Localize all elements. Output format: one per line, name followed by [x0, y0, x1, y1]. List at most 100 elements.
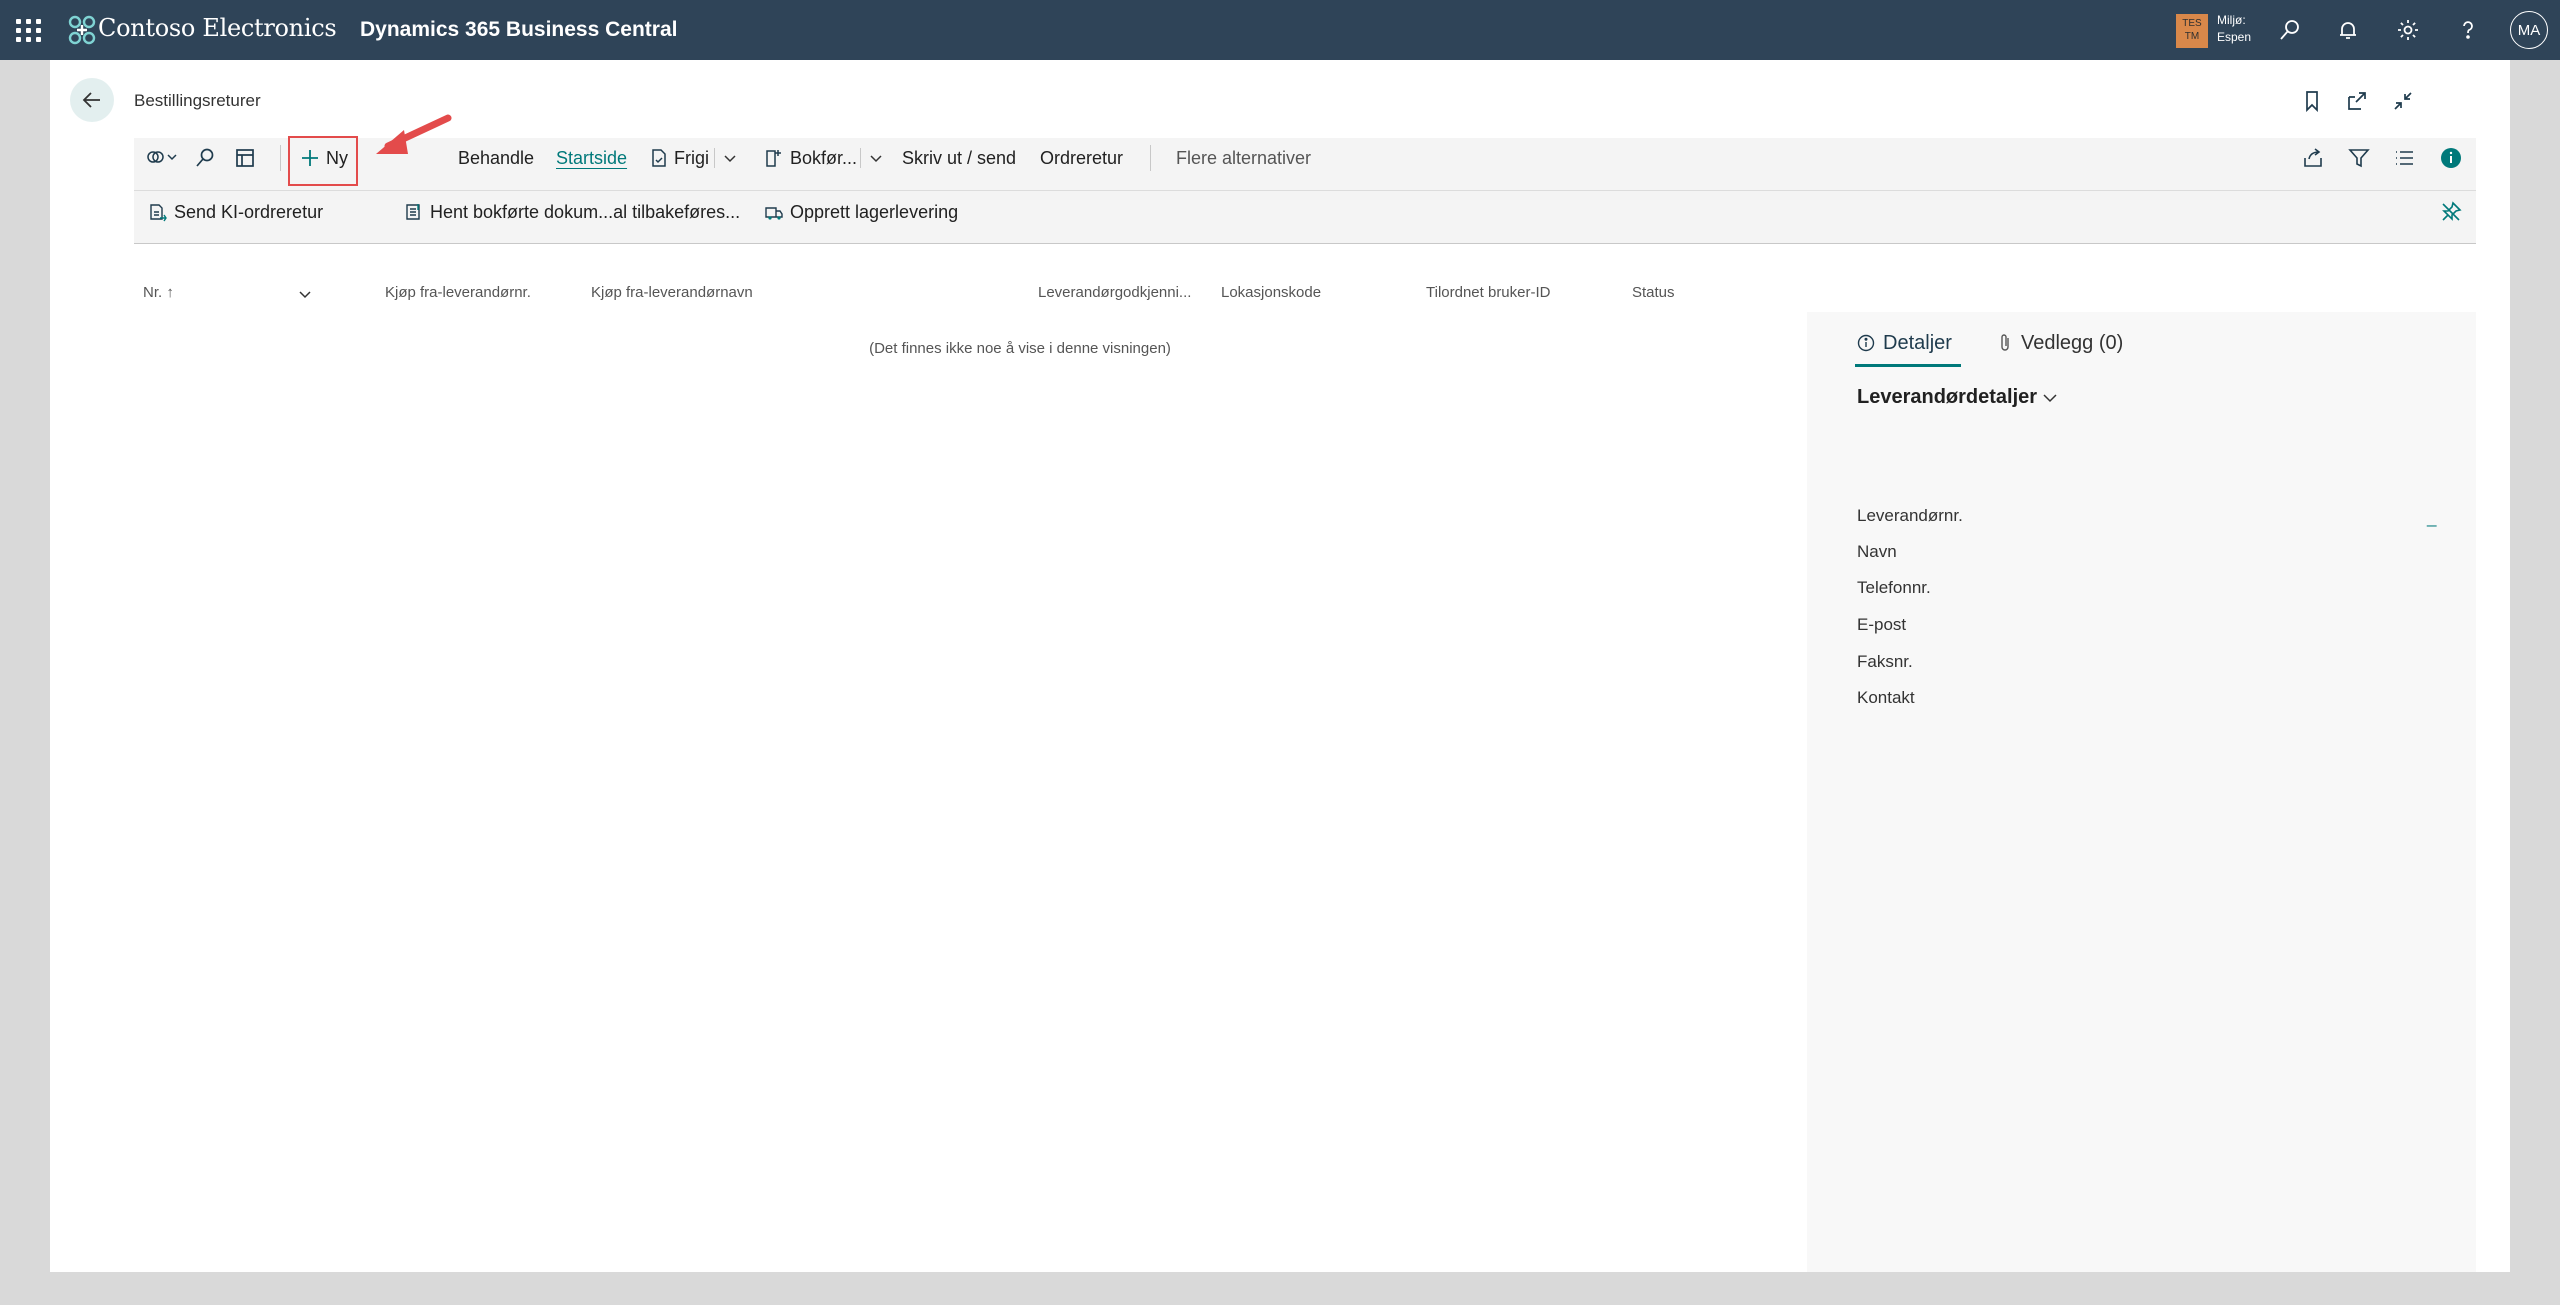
page-title: Bestillingsreturer: [134, 91, 261, 110]
column-header-vendor-name[interactable]: Kjøp fra-leverandørnavn: [591, 284, 753, 301]
more-options-button[interactable]: Flere alternativer: [1176, 142, 1311, 174]
share-button[interactable]: [2302, 142, 2330, 174]
column-header-approval[interactable]: Leverandørgodkjenni...: [1038, 284, 1191, 301]
search-icon[interactable]: [2272, 12, 2308, 48]
column-header-no[interactable]: Nr. ↑: [143, 284, 174, 301]
environment-badge[interactable]: TES TM: [2176, 14, 2208, 48]
post-label: Bokfør...: [790, 147, 858, 168]
create-whse-label: Opprett lagerlevering: [790, 201, 959, 222]
field-fax: Faksnr.: [1857, 652, 1913, 671]
process-menu-button[interactable]: Behandle: [458, 142, 534, 174]
chevron-down-icon: [2043, 393, 2057, 402]
print-send-menu-button[interactable]: Skriv ut / send: [902, 142, 1016, 174]
send-ai-label: Send KI-ordreretur: [174, 201, 324, 222]
environment-label[interactable]: Miljø: Espen: [2217, 12, 2251, 46]
document-lines-icon: [406, 204, 420, 220]
app-launcher-icon[interactable]: [14, 16, 44, 44]
field-contact: Kontakt: [1857, 688, 1915, 707]
order-return-menu-button[interactable]: Ordreretur: [1040, 142, 1123, 174]
unpin-icon: [2442, 201, 2462, 221]
info-icon: [1857, 334, 1875, 352]
field-phone: Telefonnr.: [1857, 578, 1931, 597]
home-label: Startside: [556, 147, 628, 168]
env-badge-line2: TM: [2184, 31, 2200, 42]
env-badge-line1: TES: [2182, 18, 2202, 29]
page-card: Bestillingsreturer Ny Behandle Startside…: [50, 60, 2510, 1272]
release-button[interactable]: Frigi: [650, 142, 709, 174]
separator: [714, 148, 715, 168]
column-header-location-code[interactable]: Lokasjonskode: [1221, 284, 1321, 301]
tab-details[interactable]: Detaljer: [1857, 328, 1952, 358]
search-icon: [196, 148, 214, 167]
analysis-icon: [236, 149, 254, 167]
arrow-left-icon: [82, 92, 100, 108]
more-options-label: Flere alternativer: [1176, 147, 1312, 168]
tab-details-label: Detaljer: [1883, 331, 1952, 354]
info-pane-button[interactable]: [2440, 142, 2468, 174]
analysis-mode-button[interactable]: [234, 142, 262, 174]
pointer-arrow-icon: [376, 114, 452, 154]
vendor-no-value[interactable]: _: [2427, 508, 2436, 528]
avatar[interactable]: MA: [2510, 11, 2548, 49]
field-vendor-no: Leverandørnr.: [1857, 506, 1963, 525]
view-switch-button[interactable]: [146, 142, 186, 174]
home-menu-button[interactable]: Startside: [556, 142, 627, 174]
info-icon: [2441, 148, 2461, 168]
print-send-label: Skriv ut / send: [902, 147, 1017, 168]
collapse-icon[interactable]: [2388, 86, 2418, 116]
back-button[interactable]: [70, 78, 114, 122]
chevron-down-icon: [870, 155, 882, 163]
separator: [280, 145, 281, 171]
list-view-button[interactable]: [2394, 142, 2422, 174]
document-release-icon: [652, 149, 666, 167]
release-dropdown-button[interactable]: [722, 142, 744, 174]
post-document-icon: [766, 150, 781, 167]
field-name: Navn: [1857, 542, 1897, 561]
order-return-label: Ordreretur: [1040, 147, 1124, 168]
field-email: E-post: [1857, 615, 1907, 634]
send-ai-order-return-button[interactable]: Send KI-ordreretur: [148, 196, 323, 228]
section-title: Leverandørdetaljer: [1857, 386, 2038, 408]
vendor-details-section-header[interactable]: Leverandørdetaljer: [1857, 386, 2059, 409]
empty-list-message: (Det finnes ikke noe å vise i denne visn…: [869, 340, 1171, 357]
contoso-logo-icon: [68, 15, 96, 45]
bookmark-icon[interactable]: [2297, 86, 2327, 116]
post-dropdown-button[interactable]: [868, 142, 890, 174]
help-icon[interactable]: [2450, 12, 2486, 48]
env-label: Miljø:: [2217, 13, 2246, 27]
separator: [1150, 145, 1151, 171]
list-icon: [2396, 151, 2413, 165]
search-list-button[interactable]: [194, 142, 222, 174]
get-posted-document-lines-button[interactable]: Hent bokførte dokum...al tilbakeføres...: [404, 196, 740, 228]
share-icon: [2304, 148, 2322, 167]
process-label: Behandle: [458, 147, 535, 168]
chevron-down-icon[interactable]: [298, 288, 312, 302]
column-header-status[interactable]: Status: [1632, 284, 1675, 301]
column-header-vendor-no[interactable]: Kjøp fra-leverandørnr.: [385, 284, 531, 301]
open-new-window-icon[interactable]: [2342, 86, 2372, 116]
brand-name[interactable]: Contoso Electronics: [98, 14, 337, 42]
paperclip-icon: [2001, 334, 2009, 351]
new-button-highlight: [288, 136, 358, 186]
product-name: Dynamics 365 Business Central: [360, 18, 678, 41]
action-bar-divider: [134, 190, 2476, 191]
tab-attachments[interactable]: Vedlegg (0): [1997, 328, 2123, 358]
top-navigation-bar: Contoso Electronics Dynamics 365 Busines…: [0, 0, 2560, 60]
tab-attachments-label: Vedlegg (0): [2021, 331, 2124, 354]
filter-button[interactable]: [2348, 142, 2376, 174]
bell-icon[interactable]: [2330, 12, 2366, 48]
gear-icon[interactable]: [2390, 12, 2426, 48]
env-name: Espen: [2217, 30, 2252, 44]
filter-icon: [2348, 149, 2370, 168]
factbox-pane: Detaljer Vedlegg (0) Leverandørdetaljer …: [1807, 312, 2476, 1272]
get-posted-label: Hent bokførte dokum...al tilbakeføres...: [430, 201, 741, 222]
create-whse-shipment-button[interactable]: Opprett lagerlevering: [764, 196, 958, 228]
chevron-down-icon: [724, 155, 736, 163]
view-switch-icon: [147, 151, 177, 163]
pin-action-bar-button[interactable]: [2440, 196, 2468, 228]
column-header-assigned-user[interactable]: Tilordnet bruker-ID: [1426, 284, 1550, 301]
warehouse-shipment-icon: [765, 207, 783, 220]
post-button[interactable]: Bokfør...: [764, 142, 857, 174]
release-label: Frigi: [674, 147, 709, 168]
send-document-icon: [150, 204, 167, 222]
